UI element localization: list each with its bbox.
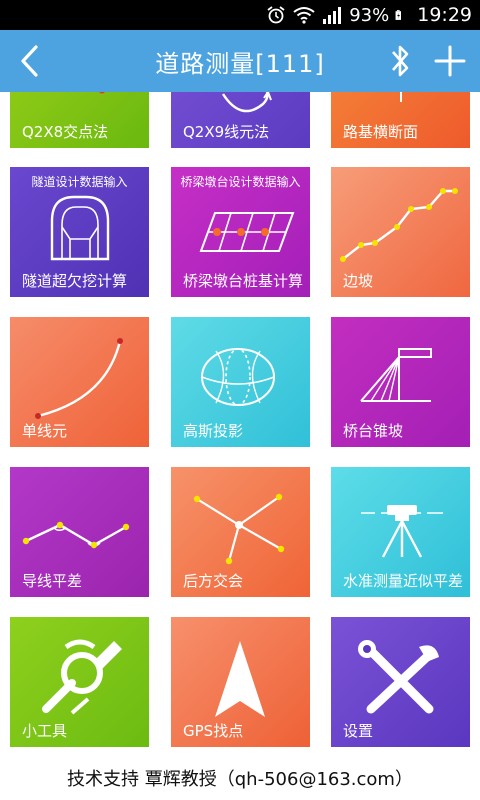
tile-single-element[interactable]: 单线元 — [10, 317, 149, 447]
tile-slope[interactable]: 边坡 — [331, 167, 470, 297]
back-arrow-icon[interactable] — [16, 44, 46, 78]
support-footer: 技术支持 覃辉教授（qh-506@163.com） — [67, 769, 413, 790]
tile-label: 隧道超欠挖计算 — [22, 272, 128, 290]
tile-label: 桥台锥坡 — [343, 422, 404, 440]
tile-label: 导线平差 — [22, 572, 83, 590]
tile-leveling[interactable]: 水准测量近似平差 — [331, 467, 470, 597]
battery-charging-icon — [395, 10, 402, 20]
tile-tunnel[interactable]: 隧道设计数据输入 隧道超欠挖计算 — [10, 167, 149, 297]
tile-resection[interactable]: 后方交会 — [171, 467, 310, 597]
tile-label: GPS找点 — [183, 722, 244, 740]
tile-gauss[interactable]: 高斯投影 — [171, 317, 310, 447]
tile-q2x9[interactable]: Q2X9线元法 — [171, 92, 310, 148]
tile-label: 单线元 — [22, 422, 68, 440]
wifi-icon — [293, 7, 315, 24]
signal-icon — [323, 7, 342, 24]
tile-q2x8[interactable]: Q2X8交点法 — [10, 92, 149, 148]
tile-label: 高斯投影 — [183, 422, 244, 440]
tile-label: 桥梁墩台桩基计算 — [183, 272, 304, 290]
tile-label: 路基横断面 — [343, 123, 419, 141]
tile-abutment-cone[interactable]: 桥台锥坡 — [331, 317, 470, 447]
tile-label: 设置 — [343, 722, 374, 740]
bluetooth-icon[interactable] — [385, 42, 415, 80]
tile-label: Q2X8交点法 — [22, 123, 109, 141]
add-icon[interactable] — [433, 44, 467, 78]
tile-label: Q2X9线元法 — [183, 123, 270, 141]
tile-label: 小工具 — [22, 722, 68, 740]
status-bar: 93% 19:29 — [0, 0, 480, 30]
app-bar: 道路测量[111] — [0, 30, 480, 92]
tile-label: 水准测量近似平差 — [343, 572, 464, 590]
battery-percentage: 93% — [349, 4, 390, 26]
page-title: 道路测量[111] — [155, 49, 325, 78]
tile-settings[interactable]: 设置 — [331, 617, 470, 747]
tile-label: 边坡 — [343, 272, 374, 290]
tile-tools[interactable]: 小工具 — [10, 617, 149, 747]
tile-bridge-pile[interactable]: 桥梁墩台设计数据输入 桥梁墩台桩基计算 — [171, 167, 310, 297]
tile-gps[interactable]: GPS找点 — [171, 617, 310, 747]
tile-traverse[interactable]: 导线平差 — [10, 467, 149, 597]
tile-roadbed[interactable]: 路基横断面 — [331, 92, 470, 148]
tile-label: 后方交会 — [183, 572, 244, 590]
alarm-icon — [267, 6, 285, 24]
function-grid: Q2X8交点法 Q2X9线元法 路基横断面 隧道设计数据输入 隧道超欠挖计算 桥… — [0, 92, 480, 750]
clock: 19:29 — [417, 4, 472, 26]
